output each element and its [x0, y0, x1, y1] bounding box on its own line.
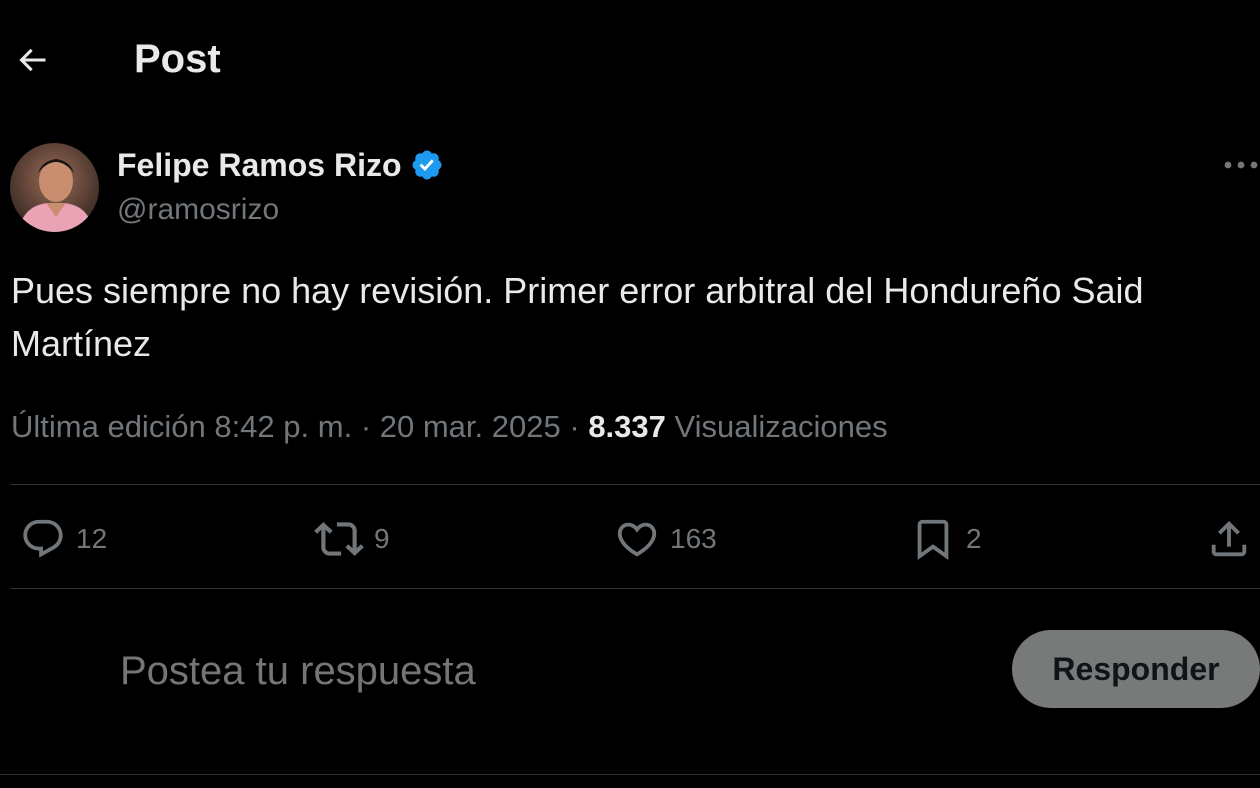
post-date: 20 mar. 2025 — [379, 409, 561, 444]
meta-separator: · — [360, 409, 372, 444]
repost-icon — [314, 522, 364, 556]
divider — [10, 484, 1260, 485]
more-icon — [1224, 161, 1258, 169]
share-icon — [1211, 520, 1247, 557]
reply-count: 12 — [76, 523, 108, 554]
more-button[interactable] — [1222, 150, 1260, 180]
divider — [10, 588, 1260, 589]
post-text: Pues siempre no hay revisión. Primer err… — [11, 264, 1251, 370]
post-text-line-2: Martínez — [11, 323, 152, 364]
like-icon — [617, 522, 657, 557]
views-label: Visualizaciones — [674, 409, 888, 444]
author-name-link[interactable]: Felipe Ramos Rizo — [117, 146, 444, 184]
edited-prefix: Última edición — [11, 409, 206, 444]
bookmark-count: 2 — [966, 523, 982, 554]
post-text-line-1: Pues siempre no hay revisión. Primer err… — [11, 270, 1144, 311]
reply-submit-button[interactable]: Responder — [1012, 630, 1260, 708]
views-link[interactable]: 8.337 Visualizaciones — [588, 409, 887, 444]
views-count: 8.337 — [588, 409, 666, 444]
edited-timestamp-link[interactable]: Última edición 8:42 p. m. · 20 mar. 2025 — [11, 409, 561, 444]
divider — [0, 774, 1260, 775]
post-time: 8:42 p. m. — [214, 409, 353, 444]
like-count: 163 — [670, 523, 717, 554]
back-button[interactable] — [10, 38, 54, 82]
repost-count: 9 — [374, 523, 390, 554]
bookmark-icon — [917, 519, 949, 560]
like-button[interactable]: 163 — [614, 514, 717, 564]
avatar[interactable] — [10, 143, 99, 232]
post-meta: Última edición 8:42 p. m. · 20 mar. 2025… — [11, 406, 888, 448]
back-arrow-icon — [19, 48, 46, 72]
reply-icon — [23, 519, 63, 558]
repost-button[interactable]: 9 — [314, 514, 390, 564]
bookmark-button[interactable]: 2 — [910, 514, 982, 564]
author-handle[interactable]: @ramosrizo — [117, 192, 279, 228]
reply-button[interactable]: 12 — [20, 514, 107, 564]
author-name: Felipe Ramos Rizo — [117, 147, 402, 183]
reply-input[interactable] — [120, 646, 980, 696]
share-button[interactable] — [1206, 514, 1252, 564]
meta-separator: · — [569, 409, 580, 444]
verified-badge-icon — [411, 150, 442, 180]
page-title: Post — [134, 37, 221, 81]
avatar-image — [10, 143, 99, 232]
